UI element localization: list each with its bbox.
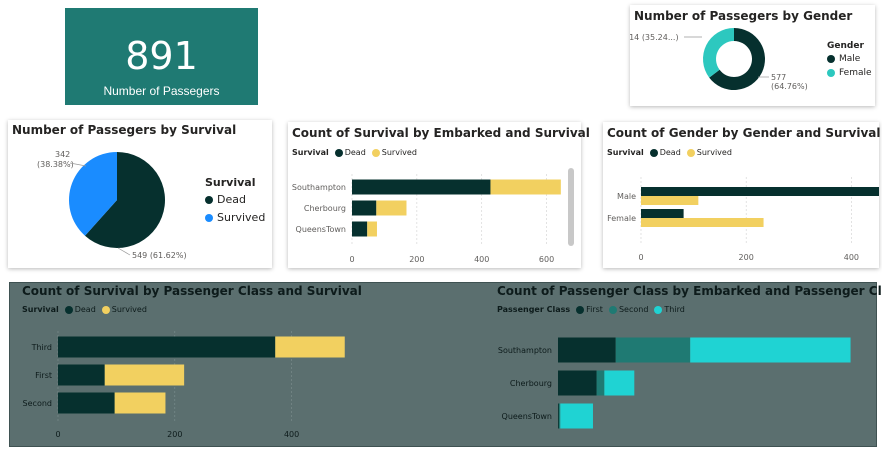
bar-queenstown-third[interactable] <box>560 403 593 429</box>
legend-male-label: Male <box>839 54 861 64</box>
category-label-queenstown: QueensTown <box>502 412 552 421</box>
bar-third-dead[interactable] <box>58 336 276 358</box>
class-bar-chart: 0 200 400 Third First Second <box>23 331 345 439</box>
kpi-label: Number of Passegers <box>103 84 220 98</box>
bottom-panel: Count of Survival by Passenger Class and… <box>9 282 882 447</box>
bar-cherbourg-survived[interactable] <box>376 200 407 216</box>
legend-female-label: Female <box>839 68 872 78</box>
bar-third-survived[interactable] <box>275 336 345 358</box>
category-label-queenstown: QueensTown <box>296 225 346 234</box>
bar-southampton-third[interactable] <box>690 337 851 363</box>
legend-female[interactable]: Female <box>827 68 872 78</box>
bar-female-survived[interactable] <box>641 218 764 227</box>
bar-first-survived[interactable] <box>104 364 185 386</box>
category-label-first: First <box>35 371 52 380</box>
pie-label-survived-1: 342 <box>55 150 70 159</box>
donut-label-male-2: (64.76%) <box>771 82 808 91</box>
gender-donut-legend: Gender Male Female <box>827 41 872 78</box>
x-tick-400: 400 <box>284 430 299 439</box>
bar-second-dead[interactable] <box>58 392 115 414</box>
bar-second-survived[interactable] <box>114 392 166 414</box>
bar-first-dead[interactable] <box>58 364 105 386</box>
donut-label-female: 314 (35.24...) <box>630 33 679 42</box>
bar-southampton-survived[interactable] <box>490 179 561 195</box>
x-tick-0: 0 <box>638 253 643 262</box>
pie-leader-dead <box>117 247 131 256</box>
bar-cherbourg-dead[interactable] <box>352 200 377 216</box>
bar-queenstown-second[interactable] <box>558 403 561 429</box>
x-tick-400: 400 <box>844 253 859 262</box>
x-tick-200: 200 <box>409 255 424 264</box>
bar-cherbourg-first[interactable] <box>558 370 597 396</box>
x-tick-200: 200 <box>739 253 754 262</box>
gender-survival-card[interactable]: Count of Gender by Gender and Survival S… <box>603 122 880 268</box>
bar-cherbourg-third[interactable] <box>604 370 635 396</box>
survival-legend-title: Survival <box>205 176 256 189</box>
gender-bar-chart: 0 200 400 Male Female <box>607 177 879 262</box>
legend-dot-female <box>827 69 835 77</box>
survival-pie-card[interactable]: Number of Passegers by Survival 342 (38.… <box>8 120 272 268</box>
embarked-scrollbar[interactable] <box>568 168 574 246</box>
x-tick-400: 400 <box>474 255 489 264</box>
legend-dot-pie-dead <box>205 195 213 204</box>
category-label-second: Second <box>23 399 52 408</box>
embarked-survival-card[interactable]: Count of Survival by Embarked and Surviv… <box>288 122 590 268</box>
legend-pie-survived-label: Survived <box>217 211 266 224</box>
survival-pie-legend: Survival Dead Survived <box>205 176 265 224</box>
bar-queenstown-survived[interactable] <box>367 221 377 237</box>
legend-dot-pie-survived <box>205 213 213 222</box>
donut-label-male-1: 577 <box>771 73 786 82</box>
category-label-cherbourg: Cherbourg <box>304 204 346 213</box>
bar-cherbourg-second[interactable] <box>596 370 605 396</box>
category-label-southampton: Southampton <box>292 183 346 192</box>
bar-southampton-second[interactable] <box>615 337 691 363</box>
x-tick-200: 200 <box>167 430 182 439</box>
category-label-southampton: Southampton <box>498 346 552 355</box>
kpi-card: 891 Number of Passegers <box>65 8 258 105</box>
bar-male-dead[interactable] <box>641 187 879 196</box>
bar-queenstown-first[interactable] <box>558 403 559 429</box>
bar-southampton-dead[interactable] <box>352 179 491 195</box>
x-tick-600: 600 <box>539 255 554 264</box>
category-label-third: Third <box>31 343 52 352</box>
bar-southampton-first[interactable] <box>558 337 616 363</box>
pie-label-survived-2: (38.38%) <box>37 160 74 169</box>
x-tick-0: 0 <box>349 255 354 264</box>
category-label-female: Female <box>607 214 636 223</box>
bar-female-dead[interactable] <box>641 209 684 218</box>
legend-pie-dead[interactable]: Dead <box>205 193 265 206</box>
x-tick-0: 0 <box>55 430 60 439</box>
kpi-value: 891 <box>125 34 198 78</box>
category-label-cherbourg: Cherbourg <box>510 379 552 388</box>
legend-pie-dead-label: Dead <box>217 193 246 206</box>
bar-male-survived[interactable] <box>641 196 699 205</box>
legend-male[interactable]: Male <box>827 54 872 64</box>
pie-label-dead: 549 (61.62%) <box>132 251 187 260</box>
legend-dot-male <box>827 55 835 63</box>
category-label-male: Male <box>617 192 636 201</box>
embarked-bar-chart: 0 200 400 600 Southampton Cherbourg QueensTown <box>292 174 561 264</box>
gender-donut-slice-female[interactable] <box>703 28 734 78</box>
legend-pie-survived[interactable]: Survived <box>205 211 265 224</box>
gender-legend-title: Gender <box>827 41 864 51</box>
gender-donut-card[interactable]: Number of Passegers by Gender 314 (35.24… <box>630 5 875 106</box>
class-embarked-bar-chart: Southampton Cherbourg QueensTown <box>498 337 851 429</box>
bar-queenstown-dead[interactable] <box>352 221 368 237</box>
